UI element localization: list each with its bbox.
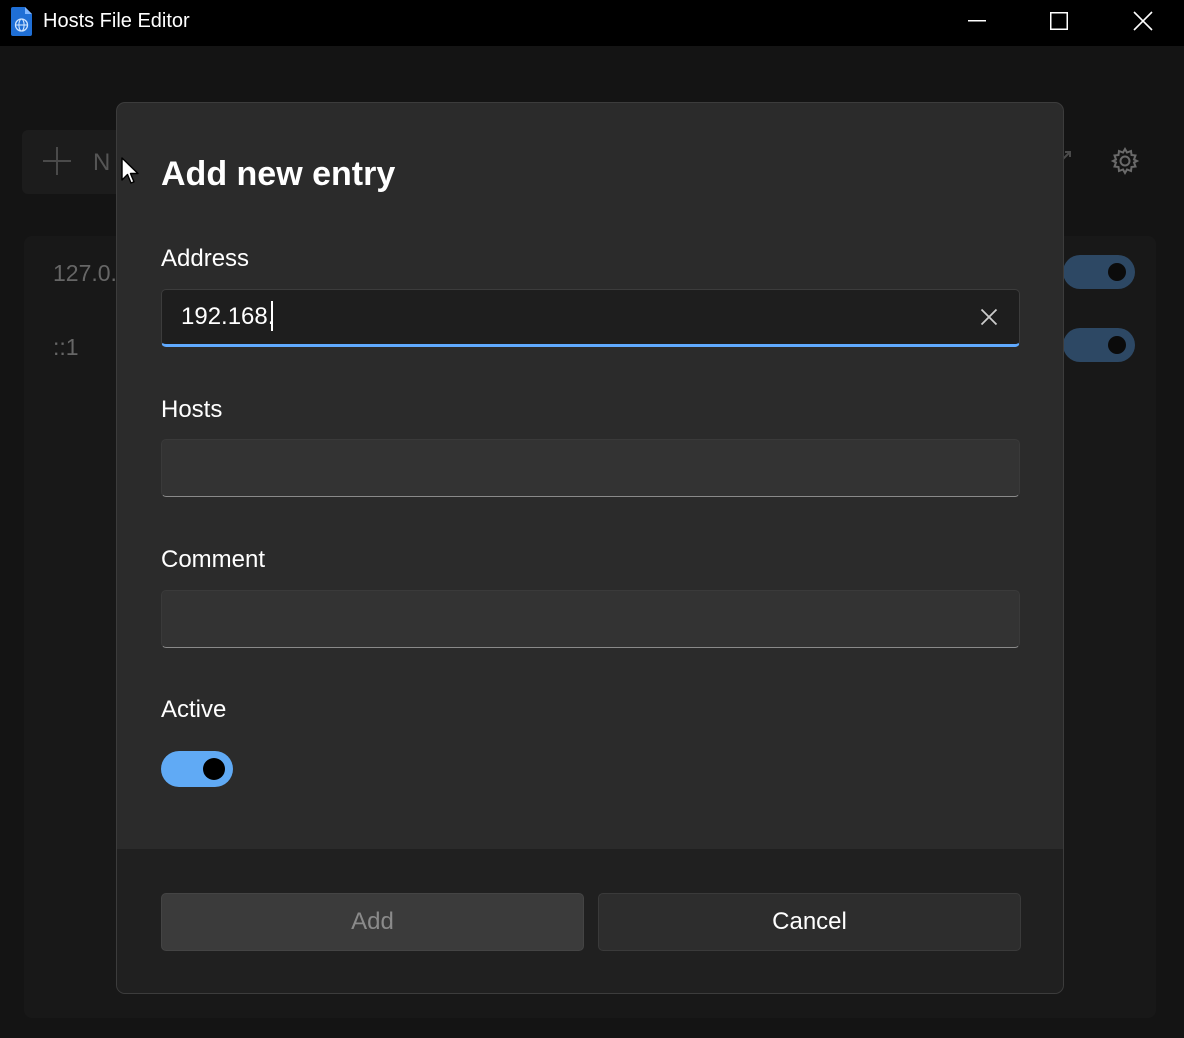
comment-input[interactable]: [161, 590, 1020, 648]
text-caret: [271, 301, 273, 331]
dialog-title: Add new entry: [161, 155, 396, 193]
add-entry-dialog: Add new entry Address 192.168. Hosts Com…: [116, 102, 1064, 994]
entry-address: ::1: [53, 334, 79, 360]
gear-icon[interactable]: [1110, 146, 1140, 176]
toggle-knob: [1108, 263, 1126, 281]
address-input[interactable]: 192.168.: [161, 289, 1020, 347]
entry-active-toggle[interactable]: [1063, 328, 1135, 362]
clear-address-button[interactable]: [975, 303, 1003, 331]
mouse-pointer-icon: [121, 157, 139, 184]
hosts-label: Hosts: [161, 396, 223, 423]
window-title: Hosts File Editor: [43, 10, 190, 32]
plus-icon: [43, 147, 71, 175]
hosts-file-icon: [11, 7, 32, 36]
address-label: Address: [161, 245, 250, 272]
hosts-input[interactable]: [161, 439, 1020, 497]
toggle-knob: [1108, 336, 1126, 354]
close-icon: [980, 308, 998, 326]
entry-address: 127.0.: [53, 260, 117, 286]
cancel-button[interactable]: Cancel: [598, 893, 1021, 951]
toggle-knob: [203, 758, 225, 780]
close-icon: [1133, 11, 1153, 31]
minimize-button[interactable]: [937, 0, 1017, 42]
active-toggle[interactable]: [161, 751, 233, 787]
dialog-footer: Add Cancel: [117, 849, 1063, 993]
active-label: Active: [161, 696, 227, 723]
comment-label: Comment: [161, 546, 266, 573]
add-button[interactable]: Add: [161, 893, 584, 951]
title-bar: Hosts File Editor: [0, 0, 1184, 46]
close-window-button[interactable]: [1103, 0, 1183, 42]
maximize-icon: [1050, 12, 1068, 30]
entry-active-toggle[interactable]: [1063, 255, 1135, 289]
address-input-value: 192.168.: [181, 303, 275, 330]
minimize-icon: [968, 20, 986, 22]
maximize-button[interactable]: [1019, 0, 1099, 42]
new-entry-label: N: [93, 149, 111, 176]
